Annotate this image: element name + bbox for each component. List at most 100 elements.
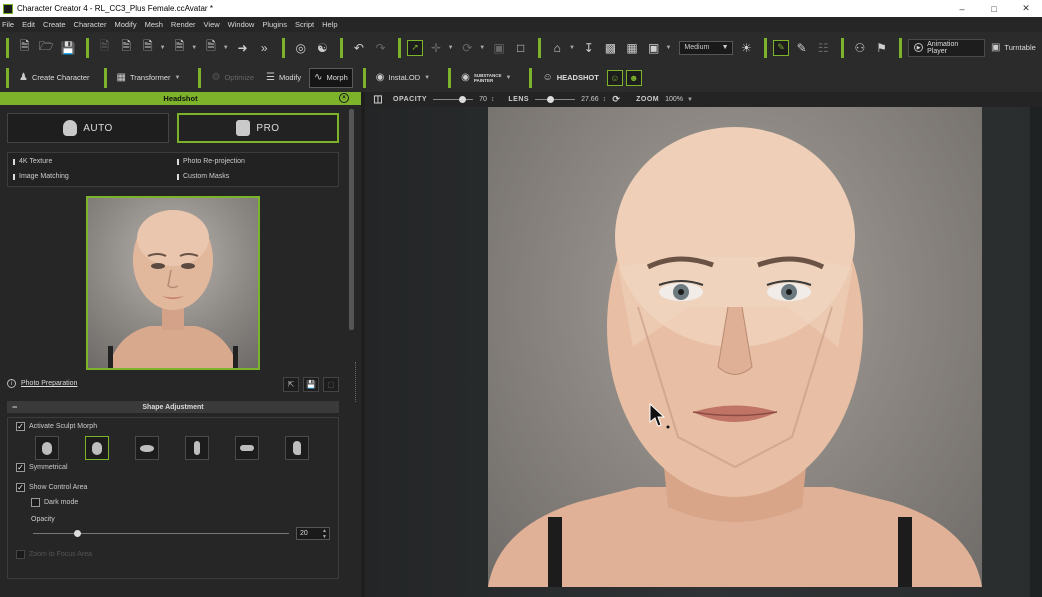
- load-photo-button[interactable]: ⇱: [283, 377, 299, 392]
- part-face-button[interactable]: [85, 436, 109, 460]
- chevron-down-icon[interactable]: ▼: [687, 97, 693, 103]
- headshot-face-icon[interactable]: ☻: [625, 69, 642, 86]
- menu-modify[interactable]: Modify: [114, 20, 136, 29]
- fit-down-icon[interactable]: ↧: [579, 38, 599, 58]
- modify-button[interactable]: ☰ Modify: [262, 68, 305, 88]
- save-icon[interactable]: 💾: [58, 38, 78, 58]
- menu-create[interactable]: Create: [43, 20, 66, 29]
- new-file-icon[interactable]: 🗎: [15, 38, 35, 58]
- 3d-viewport[interactable]: [365, 107, 1042, 597]
- opacity-input[interactable]: 20 ▲ ▼: [296, 527, 330, 540]
- target-icon[interactable]: ◎: [291, 38, 311, 58]
- menu-plugins[interactable]: Plugins: [262, 20, 287, 29]
- animation-player-button[interactable]: ▶ Animation Player: [908, 38, 985, 57]
- menu-character[interactable]: Character: [74, 20, 107, 29]
- toolbar-separator: [198, 67, 202, 88]
- shape-adjustment-section[interactable]: − Shape Adjustment: [7, 401, 339, 413]
- panel-close-icon[interactable]: ×: [339, 93, 349, 103]
- show-control-area-label: Show Control Area: [29, 484, 88, 491]
- lens-slider[interactable]: [535, 96, 576, 103]
- auto-mode-button[interactable]: AUTO: [7, 113, 169, 143]
- maximize-icon[interactable]: □: [978, 0, 1010, 17]
- optimize-button[interactable]: ⚙ Optimize: [207, 68, 258, 88]
- menu-edit[interactable]: Edit: [22, 20, 35, 29]
- open-folder-icon[interactable]: 🗁: [37, 38, 57, 58]
- pick-icon[interactable]: ✎: [792, 38, 812, 58]
- import-fbx-icon[interactable]: 🗎: [116, 38, 136, 58]
- part-ear-button[interactable]: [285, 436, 309, 460]
- export-usd-icon[interactable]: 🗎: [201, 38, 221, 58]
- menu-script[interactable]: Script: [295, 20, 314, 29]
- menu-mesh[interactable]: Mesh: [145, 20, 163, 29]
- paint-brush-icon[interactable]: ✎: [773, 39, 789, 56]
- fit-all-icon[interactable]: ▦: [622, 38, 642, 58]
- viewport-opacity-handle[interactable]: [459, 96, 467, 103]
- light-icon[interactable]: ☀: [737, 38, 757, 58]
- symmetrical-checkbox[interactable]: ✓ Symmetrical: [16, 463, 68, 472]
- stepper-icon[interactable]: ▲ ▼: [322, 528, 327, 540]
- morph-button[interactable]: ∿ Morph: [309, 67, 353, 88]
- transformer-button[interactable]: ▦ Transformer ▼: [113, 68, 189, 88]
- redo-icon[interactable]: ↷: [371, 38, 391, 58]
- frame-icon[interactable]: ▩: [601, 38, 621, 58]
- activate-sculpt-morph-checkbox[interactable]: ✓ Activate Sculpt Morph: [16, 422, 97, 431]
- import-icon[interactable]: 🗎: [95, 38, 115, 58]
- opacity-slider[interactable]: [33, 530, 289, 537]
- headshot-head-icon[interactable]: ☺: [606, 69, 623, 86]
- headshot-photo-preview[interactable]: [86, 196, 260, 370]
- select-arrow-icon[interactable]: ➚: [407, 39, 424, 56]
- close-icon[interactable]: ✕: [1010, 0, 1042, 17]
- menu-help[interactable]: Help: [322, 20, 337, 29]
- rotate-icon[interactable]: ⟳: [458, 38, 478, 58]
- pose-icon[interactable]: ☯: [313, 38, 333, 58]
- instalod-button[interactable]: ◉ InstaLOD ▼: [372, 68, 438, 88]
- show-control-area-checkbox[interactable]: ✓ Show Control Area: [16, 483, 87, 492]
- stepper-icon[interactable]: ↕: [491, 96, 495, 103]
- character-pose-icon[interactable]: ⚇: [850, 38, 870, 58]
- undo-icon[interactable]: ↶: [349, 38, 369, 58]
- scale-icon[interactable]: ▣: [489, 38, 509, 58]
- home-icon[interactable]: ⌂: [547, 38, 567, 58]
- headshot-button[interactable]: ☺ HEADSHOT: [538, 68, 602, 88]
- send-to-icon[interactable]: ➜: [233, 38, 253, 58]
- viewport-opacity-slider[interactable]: [433, 96, 474, 103]
- turntable-button[interactable]: ▣ Turntable: [989, 38, 1038, 58]
- minimize-icon[interactable]: –: [946, 0, 978, 17]
- menu-render[interactable]: Render: [171, 20, 196, 29]
- dark-mode-checkbox[interactable]: Dark mode: [31, 498, 78, 507]
- zoom-to-focus-checkbox[interactable]: Zoom to Focus Area: [16, 550, 92, 559]
- character-icon: ♟: [19, 72, 28, 83]
- clear-photo-button[interactable]: ▢: [323, 377, 339, 392]
- save-photo-button[interactable]: 💾: [303, 377, 319, 392]
- part-head-button[interactable]: [35, 436, 59, 460]
- photo-preparation-link[interactable]: i Photo Preparation: [7, 379, 77, 388]
- lens-slider-handle[interactable]: [547, 96, 555, 103]
- part-eye-button[interactable]: [135, 436, 159, 460]
- more-icon[interactable]: »: [254, 38, 274, 58]
- part-nose-button[interactable]: [185, 436, 209, 460]
- morph-icon: ∿: [314, 72, 323, 83]
- headshot-icon: ☺: [542, 72, 553, 83]
- menu-view[interactable]: View: [204, 20, 220, 29]
- export-obj-icon[interactable]: 🗎: [138, 38, 158, 58]
- toolbar-separator: [362, 67, 366, 88]
- flag-icon[interactable]: ⚑: [872, 38, 892, 58]
- stepper-icon[interactable]: ↕: [603, 96, 607, 103]
- toolbar-separator: [340, 37, 344, 58]
- pro-mode-button[interactable]: PRO: [177, 113, 339, 143]
- move-icon[interactable]: ✛: [426, 38, 446, 58]
- create-character-button[interactable]: ♟ Create Character: [15, 68, 94, 88]
- align-icon[interactable]: □: [511, 38, 531, 58]
- quality-select[interactable]: Medium ▼: [679, 40, 733, 55]
- part-mouth-button[interactable]: [235, 436, 259, 460]
- panel-splitter[interactable]: [355, 362, 357, 402]
- opacity-slider-handle[interactable]: [74, 530, 81, 537]
- camera-icon[interactable]: ▣: [644, 38, 664, 58]
- menu-window[interactable]: Window: [228, 20, 255, 29]
- menu-file[interactable]: File: [2, 20, 14, 29]
- bake-icon[interactable]: ☷: [814, 38, 834, 58]
- panel-scrollbar[interactable]: [349, 109, 354, 330]
- export-fbx-icon[interactable]: 🗎: [170, 38, 190, 58]
- substance-painter-button[interactable]: ◉ SUBSTANCE PAINTER ▼: [457, 68, 519, 88]
- activate-sculpt-morph-label: Activate Sculpt Morph: [29, 423, 98, 430]
